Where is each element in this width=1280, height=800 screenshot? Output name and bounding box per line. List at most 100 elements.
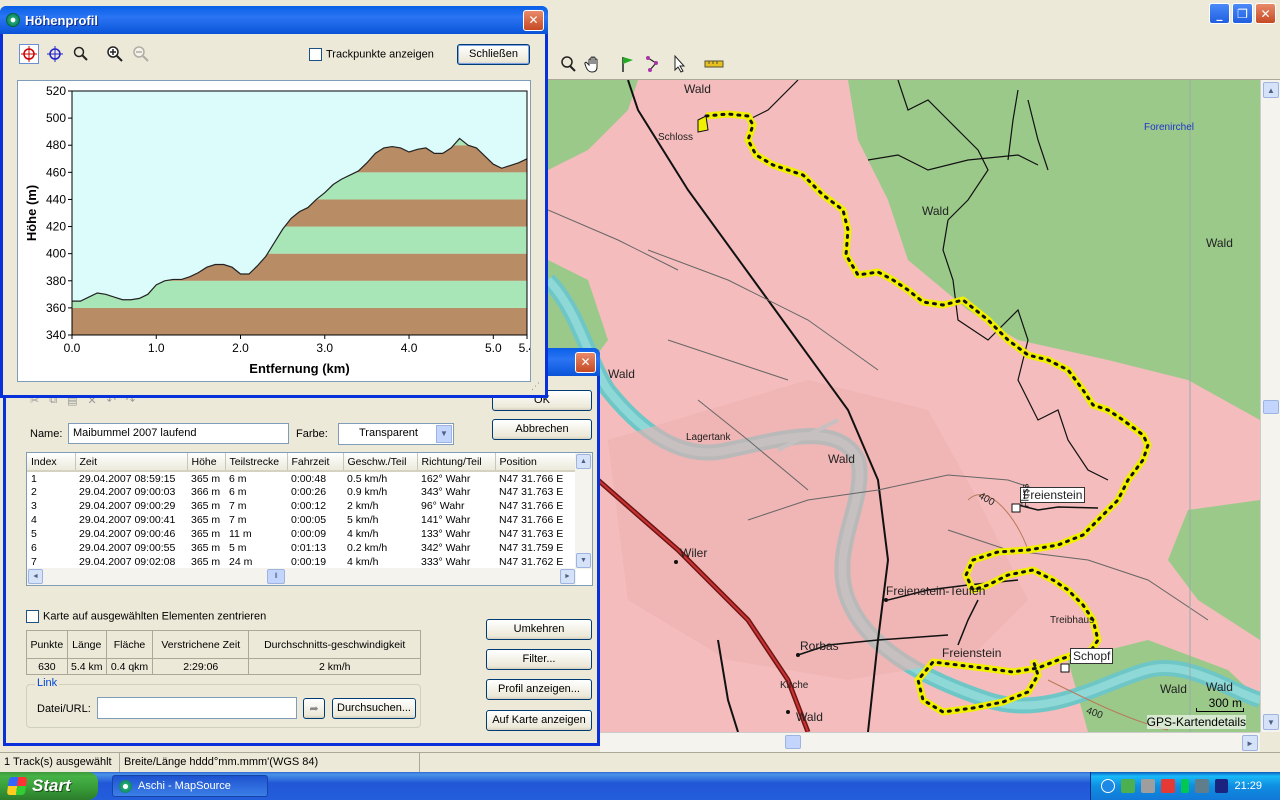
scroll-left-arrow-icon[interactable]: ◄ <box>28 569 43 584</box>
table-row[interactable]: 5 29.04.2007 09:00:46 365 m 11 m 0:00:09 4 km… <box>27 527 575 541</box>
tray-device-icon[interactable] <box>1194 779 1209 793</box>
minimize-button[interactable]: _ <box>1209 3 1230 24</box>
scroll-thumb[interactable]: ⦀ <box>267 569 285 584</box>
column-header[interactable]: Geschw./Teil <box>343 453 418 472</box>
table-cell: 6 <box>31 542 37 554</box>
table-cell: 4 km/h <box>347 556 379 568</box>
x-axis-title: Entfernung (km) <box>249 361 349 376</box>
column-header[interactable]: Fahrzeit <box>287 453 344 472</box>
tray-security-icon[interactable] <box>1160 779 1175 793</box>
table-vertical-scrollbar[interactable]: ▲ ▼ <box>575 453 592 569</box>
color-select[interactable]: Transparent ▼ <box>338 423 454 445</box>
start-button[interactable]: Start <box>0 772 98 800</box>
y-tick-label: 500 <box>46 111 66 125</box>
select-arrow-icon[interactable] <box>670 54 690 74</box>
route-tool-icon[interactable] <box>644 54 664 74</box>
scroll-up-arrow-icon[interactable]: ▲ <box>576 454 591 469</box>
stats-value: 2:29:06 <box>152 658 250 675</box>
tray-battery-icon[interactable] <box>1180 779 1189 793</box>
close-button[interactable]: ✕ <box>1255 3 1276 24</box>
map-label-box: Schopf <box>1070 648 1114 664</box>
browse-button[interactable]: Durchsuchen... <box>332 698 416 719</box>
center-on-selection-option[interactable]: Karte auf ausgewählten Elementen zentrie… <box>26 610 266 623</box>
link-label: Datei/URL: <box>37 703 91 715</box>
show-on-map-button[interactable]: Auf Karte anzeigen <box>486 710 592 731</box>
scroll-down-arrow-icon[interactable]: ▼ <box>576 553 591 568</box>
column-header[interactable]: Index <box>27 453 76 472</box>
follow-link-arrow-icon[interactable]: ➦ <box>303 698 325 719</box>
table-cell: 0:00:05 <box>291 514 327 526</box>
tray-network-icon[interactable] <box>1120 779 1135 793</box>
table-cell: N47 31.759 E <box>499 542 564 554</box>
column-header[interactable]: Position <box>495 453 576 472</box>
table-cell: N47 31.766 E <box>499 500 564 512</box>
show-profile-button[interactable]: Profil anzeigen... <box>486 679 592 700</box>
table-header-row: Index Zeit Höhe Teilstrecke Fahrzeit Geschw./… <box>27 453 576 472</box>
table-row[interactable]: 4 29.04.2007 09:00:41 365 m 7 m 0:00:05 5 km/… <box>27 513 575 527</box>
tray-expand-icon[interactable] <box>1101 779 1115 793</box>
dropdown-arrow-icon[interactable]: ▼ <box>436 425 452 443</box>
center-checkbox[interactable] <box>26 610 39 623</box>
link-url-field[interactable] <box>97 697 297 719</box>
zoom-out-icon[interactable] <box>131 44 151 64</box>
name-field[interactable]: Maibummel 2007 laufend <box>68 423 289 444</box>
hand-tool-icon[interactable] <box>584 54 604 74</box>
reverse-button[interactable]: Umkehren <box>486 619 592 640</box>
close-button[interactable]: ✕ <box>575 351 596 373</box>
column-header[interactable]: Zeit <box>75 453 188 472</box>
map-label: Wald <box>1160 682 1187 696</box>
crosshair-icon[interactable] <box>45 44 65 64</box>
filter-button[interactable]: Filter... <box>486 649 592 670</box>
elevation-band <box>72 307 527 335</box>
color-select-value: Transparent <box>359 427 418 439</box>
zoom-tool-icon[interactable] <box>558 54 578 74</box>
map-label: Freienstein <box>942 646 1002 660</box>
close-profile-button[interactable]: Schließen <box>457 44 530 65</box>
tray-display-icon[interactable] <box>1140 779 1155 793</box>
taskbar-item-mapsource[interactable]: Aschi - MapSource <box>112 775 268 797</box>
trackpoint-table[interactable]: Index Zeit Höhe Teilstrecke Fahrzeit Geschw./… <box>26 452 593 586</box>
column-header[interactable]: Teilstrecke <box>225 453 288 472</box>
zoom-area-icon[interactable] <box>71 44 91 64</box>
cancel-button[interactable]: Abbrechen <box>492 419 592 440</box>
table-cell: 365 m <box>191 500 221 512</box>
trackpoints-checkbox[interactable] <box>309 48 322 61</box>
color-label: Farbe: <box>296 428 328 440</box>
table-cell: N47 31.763 E <box>499 486 564 498</box>
zoom-in-icon[interactable] <box>105 44 125 64</box>
scroll-thumb[interactable] <box>1263 400 1279 414</box>
town-area <box>608 380 1028 680</box>
table-horizontal-scrollbar[interactable]: ◄ ⦀ ► <box>27 568 576 585</box>
resize-grip-icon[interactable]: ⋰ <box>531 381 543 393</box>
map-view[interactable]: Wald Schloss Forenirchel Wald Wald Wald … <box>548 80 1260 732</box>
column-header[interactable]: Höhe <box>187 453 226 472</box>
measure-tool-icon[interactable] <box>704 54 724 74</box>
scroll-up-arrow-icon[interactable]: ▲ <box>1263 82 1279 98</box>
crosshair-select-icon[interactable] <box>19 44 39 64</box>
maximize-button[interactable]: ❐ <box>1232 3 1253 24</box>
table-row[interactable]: 1 29.04.2007 08:59:15 365 m 6 m 0:00:48 0.5 k… <box>27 471 575 485</box>
scroll-right-arrow-icon[interactable]: ► <box>560 569 575 584</box>
y-tick-label: 400 <box>46 247 66 261</box>
system-tray: 21:29 <box>1090 772 1280 800</box>
table-row[interactable]: 2 29.04.2007 09:00:03 366 m 6 m 0:00:26 0.9 k… <box>27 485 575 499</box>
tray-monitor-icon[interactable] <box>1214 779 1229 793</box>
column-header[interactable]: Richtung/Teil <box>417 453 496 472</box>
table-row[interactable]: 6 29.04.2007 09:00:55 365 m 5 m 0:01:13 0.2 k… <box>27 541 575 555</box>
elevation-chart[interactable]: 520 500 480 460 440 420 400 380 360 340 0.0 1.0 2.0 3… <box>17 80 531 382</box>
map-label: Wiler <box>680 546 708 560</box>
map-horizontal-scrollbar[interactable]: ► <box>600 732 1260 752</box>
y-tick-label: 340 <box>46 328 66 342</box>
close-button[interactable]: ✕ <box>523 9 544 31</box>
stats-value-row: 630 5.4 km 0.4 qkm 2:29:06 2 km/h <box>26 658 421 675</box>
table-cell: 29.04.2007 09:00:46 <box>79 528 176 540</box>
waypoint-flag-icon[interactable] <box>618 54 638 74</box>
map-vertical-scrollbar[interactable]: ▲ ▼ <box>1260 80 1280 732</box>
scroll-thumb[interactable] <box>785 735 801 749</box>
elevation-profile-window: Höhenprofil ✕ Trackpunkte anzeigen Schli… <box>0 6 548 398</box>
table-row[interactable]: 7 29.04.2007 09:02:08 365 m 24 m 0:00:19 4 km… <box>27 555 575 569</box>
table-row[interactable]: 3 29.04.2007 09:00:29 365 m 7 m 0:00:12 2 km/… <box>27 499 575 513</box>
scroll-right-arrow-icon[interactable]: ► <box>1242 735 1258 751</box>
trackpoints-option[interactable]: Trackpunkte anzeigen <box>309 48 434 61</box>
scroll-down-arrow-icon[interactable]: ▼ <box>1263 714 1279 730</box>
